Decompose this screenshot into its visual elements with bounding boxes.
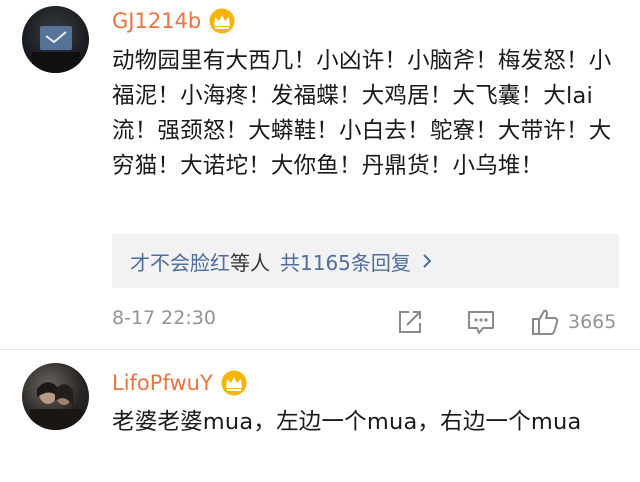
avatar[interactable] — [22, 6, 89, 73]
crown-icon — [221, 370, 247, 396]
chevron-right-icon — [423, 254, 432, 268]
comment-text: 动物园里有大西几！小凶许！小脑斧！梅发怒！小福泥！小海疼！发福蝶！大鸡居！大飞囊… — [112, 48, 612, 179]
comment-item: GJ1214b 动物园里有大西几！小凶许！小脑斧！梅发怒！小福泥！小海疼！发福蝶… — [0, 0, 640, 350]
comment-icon — [468, 311, 494, 334]
username[interactable]: LifoPfwuY — [112, 368, 213, 398]
avatar[interactable] — [22, 363, 89, 430]
username-row: LifoPfwuY — [112, 368, 249, 398]
timestamp: 8-17 22:30 — [112, 307, 216, 329]
comment-item: LifoPfwuY 老婆老婆mua，左边一个mua，右边一个mua — [0, 350, 640, 482]
reply-count-link[interactable]: 共1165条回复 — [280, 247, 411, 276]
username-row: GJ1214b — [112, 6, 237, 36]
like-button[interactable]: 3665 — [530, 305, 616, 339]
thumbs-up-icon — [532, 309, 559, 335]
share-button[interactable] — [396, 305, 424, 339]
share-icon — [399, 311, 421, 333]
reply-others-label: 等人 — [230, 250, 270, 275]
like-count: 3665 — [568, 311, 617, 333]
reply-user-link[interactable]: 才不会脸红 — [130, 247, 230, 276]
crown-icon — [209, 8, 235, 34]
replies-summary[interactable]: 才不会脸红 等人 共1165条回复 — [112, 234, 619, 288]
comment-meta: 8-17 22:30 3665 — [112, 305, 620, 339]
username[interactable]: GJ1214b — [112, 6, 201, 36]
reply-button[interactable] — [466, 305, 496, 339]
comment-text: 老婆老婆mua，左边一个mua，右边一个mua — [112, 409, 582, 435]
